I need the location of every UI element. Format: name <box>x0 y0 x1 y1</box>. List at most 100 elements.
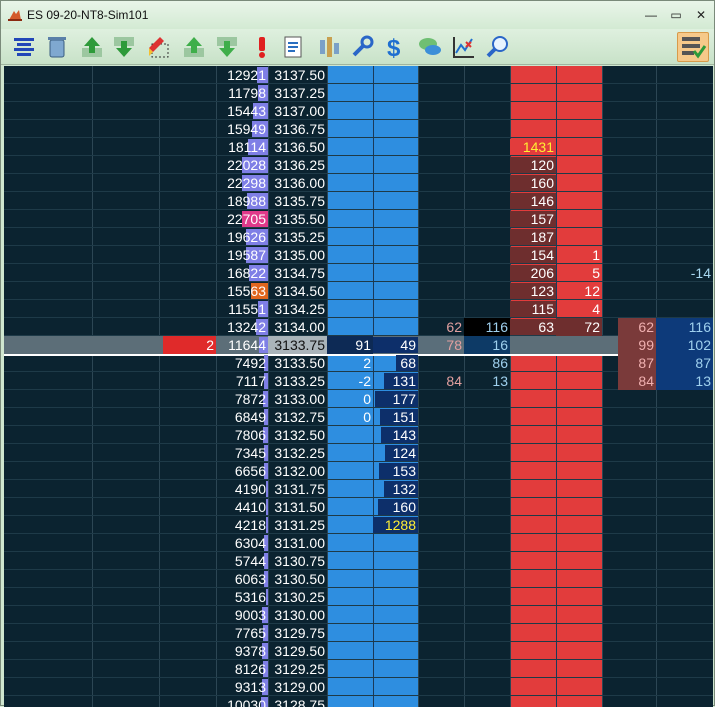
bid-size-cell[interactable]: 132 <box>373 480 418 498</box>
ask-size-cell[interactable] <box>510 102 556 120</box>
ask-size-cell[interactable] <box>510 444 556 462</box>
ask-size-cell[interactable] <box>510 624 556 642</box>
price-cell[interactable]: 3134.75 <box>268 264 327 282</box>
ask-size-cell[interactable] <box>510 390 556 408</box>
superdom-ladder[interactable]: 12921 3137.50 11798 3137.25 15443 3137.00 1594… <box>4 66 713 707</box>
price-cell[interactable]: 3130.00 <box>268 606 327 624</box>
bid-size-cell[interactable] <box>373 246 418 264</box>
dollar-icon[interactable]: $ <box>383 34 409 60</box>
price-cell[interactable]: 3132.50 <box>268 426 327 444</box>
bid-size-cell[interactable] <box>373 588 418 606</box>
price-cell[interactable]: 3131.25 <box>268 516 327 534</box>
chat-icon[interactable] <box>417 34 443 60</box>
bid-size-secondary[interactable]: 0 <box>327 408 373 426</box>
properties-icon[interactable] <box>349 34 375 60</box>
sell-market-icon[interactable] <box>111 34 137 60</box>
chart-icon[interactable] <box>451 34 477 60</box>
price-cell[interactable]: 3128.75 <box>268 696 327 707</box>
bid-size-cell[interactable]: 177 <box>373 390 418 408</box>
bid-size-cell[interactable]: 143 <box>373 426 418 444</box>
bid-size-cell[interactable] <box>373 84 418 102</box>
bid-size-cell[interactable] <box>373 552 418 570</box>
title-bar[interactable]: ES 09-20-NT8-Sim101 — ▭ ✕ <box>1 1 714 29</box>
ask-size-cell[interactable] <box>510 480 556 498</box>
price-cell[interactable]: 3136.75 <box>268 120 327 138</box>
bid-size-cell[interactable] <box>373 156 418 174</box>
alert-icon[interactable] <box>249 34 275 60</box>
price-cell[interactable]: 3134.25 <box>268 300 327 318</box>
bid-size-cell[interactable]: 160 <box>373 498 418 516</box>
price-cell[interactable]: 3129.75 <box>268 624 327 642</box>
price-cell[interactable]: 3130.50 <box>268 570 327 588</box>
price-cell[interactable]: 3131.50 <box>268 498 327 516</box>
search-icon[interactable] <box>485 34 511 60</box>
price-cell[interactable]: 3129.50 <box>268 642 327 660</box>
remove-orders-icon[interactable] <box>44 34 70 60</box>
price-cell[interactable]: 3132.00 <box>268 462 327 480</box>
ask-size-cell[interactable]: 154 <box>510 246 556 264</box>
ask-size-secondary[interactable]: 12 <box>556 282 602 300</box>
minimize-button[interactable]: — <box>641 6 661 24</box>
ask-size-cell[interactable]: 157 <box>510 210 556 228</box>
bid-size-cell[interactable]: 151 <box>373 408 418 426</box>
bid-size-cell[interactable] <box>373 696 418 707</box>
ask-size-cell[interactable]: 115 <box>510 300 556 318</box>
ask-size-cell[interactable] <box>510 426 556 444</box>
price-cell[interactable]: 3134.00 <box>268 318 327 336</box>
bid-size-cell[interactable]: 49 <box>373 336 418 354</box>
bid-size-cell[interactable] <box>373 120 418 138</box>
ask-size-cell[interactable] <box>510 516 556 534</box>
bid-size-cell[interactable]: 153 <box>373 462 418 480</box>
bid-size-cell[interactable] <box>373 192 418 210</box>
ask-size-cell[interactable] <box>510 552 556 570</box>
ask-size-cell[interactable] <box>510 372 556 390</box>
bid-size-cell[interactable] <box>373 660 418 678</box>
price-cell[interactable]: 3137.25 <box>268 84 327 102</box>
bid-size-cell[interactable]: 68 <box>373 354 418 372</box>
ask-size-cell[interactable]: 1431 <box>510 138 556 156</box>
ask-size-cell[interactable] <box>510 120 556 138</box>
bid-size-cell[interactable] <box>373 66 418 84</box>
bid-size-cell[interactable] <box>373 102 418 120</box>
bid-size-cell[interactable] <box>373 138 418 156</box>
bid-size-cell[interactable] <box>373 282 418 300</box>
price-cell[interactable]: 3131.00 <box>268 534 327 552</box>
price-cell[interactable]: 3136.00 <box>268 174 327 192</box>
price-cell[interactable]: 3133.00 <box>268 390 327 408</box>
sell-bid-icon[interactable] <box>214 34 240 60</box>
ask-size-cell[interactable] <box>510 498 556 516</box>
ask-size-cell[interactable] <box>510 84 556 102</box>
ask-size-cell[interactable]: 160 <box>510 174 556 192</box>
buy-ask-icon[interactable] <box>181 34 207 60</box>
price-cell[interactable]: 3129.25 <box>268 660 327 678</box>
ask-size-secondary[interactable]: 1 <box>556 246 602 264</box>
ask-size-cell[interactable] <box>510 336 556 354</box>
price-cell[interactable]: 3136.50 <box>268 138 327 156</box>
ask-size-cell[interactable] <box>510 696 556 707</box>
bid-size-cell[interactable] <box>373 264 418 282</box>
price-cell[interactable]: 3135.75 <box>268 192 327 210</box>
ask-size-cell[interactable]: 146 <box>510 192 556 210</box>
ask-size-cell[interactable] <box>510 588 556 606</box>
price-cell[interactable]: 3132.75 <box>268 408 327 426</box>
bid-size-secondary[interactable]: 91 <box>327 336 373 354</box>
ask-size-cell[interactable]: 206 <box>510 264 556 282</box>
cancel-orders-icon[interactable] <box>146 34 172 60</box>
bid-size-cell[interactable] <box>373 228 418 246</box>
bid-size-cell[interactable] <box>373 534 418 552</box>
price-cell[interactable]: 3134.50 <box>268 282 327 300</box>
price-cell[interactable]: 3137.50 <box>268 66 327 84</box>
bid-size-cell[interactable]: 131 <box>373 372 418 390</box>
price-cell[interactable]: 3133.25 <box>268 372 327 390</box>
bid-size-cell[interactable] <box>373 642 418 660</box>
bid-size-cell[interactable] <box>373 174 418 192</box>
bid-size-cell[interactable]: 1288 <box>373 516 418 534</box>
config-icon[interactable] <box>677 32 709 62</box>
ask-size-secondary[interactable]: 4 <box>556 300 602 318</box>
price-cell[interactable]: 3133.50 <box>268 354 327 372</box>
ask-size-cell[interactable] <box>510 408 556 426</box>
bid-size-cell[interactable] <box>373 210 418 228</box>
center-icon[interactable] <box>11 34 37 60</box>
bid-size-secondary[interactable]: 0 <box>327 390 373 408</box>
price-cell[interactable]: 3135.50 <box>268 210 327 228</box>
